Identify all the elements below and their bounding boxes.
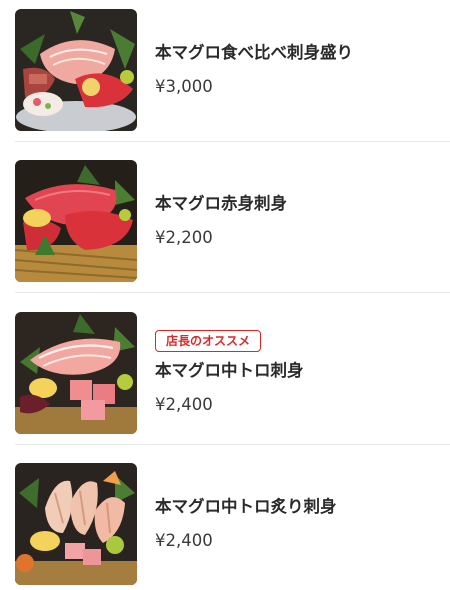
recommend-badge: 店長のオススメ — [155, 330, 262, 352]
item-price: ¥3,000 — [155, 77, 213, 96]
divider — [15, 141, 450, 142]
tuna-assorted-sashimi-image — [15, 9, 137, 131]
item-name: 本マグロ赤身刺身 — [155, 194, 287, 213]
item-name: 本マグロ中トロ炙り刺身 — [155, 497, 337, 516]
menu-list: 本マグロ食べ比べ刺身盛り ¥3,000 本マグロ赤身刺身 ¥2,200 店長のオ… — [0, 0, 450, 590]
item-photo[interactable] — [15, 312, 137, 434]
item-price: ¥2,200 — [155, 228, 213, 247]
item-name: 本マグロ中トロ刺身 — [155, 361, 304, 380]
menu-item[interactable]: 店長のオススメ 本マグロ中トロ刺身 ¥2,400 — [0, 303, 450, 453]
divider — [15, 292, 450, 293]
item-price: ¥2,400 — [155, 395, 213, 414]
item-name: 本マグロ食べ比べ刺身盛り — [155, 43, 353, 62]
item-info: 本マグロ赤身刺身 ¥2,200 — [155, 151, 440, 291]
item-price: ¥2,400 — [155, 531, 213, 550]
item-photo[interactable] — [15, 463, 137, 585]
item-info: 本マグロ中トロ炙り刺身 ¥2,400 — [155, 454, 440, 590]
menu-item[interactable]: 本マグロ赤身刺身 ¥2,200 — [0, 151, 450, 301]
item-info: 本マグロ食べ比べ刺身盛り ¥3,000 — [155, 0, 440, 140]
menu-item[interactable]: 本マグロ中トロ炙り刺身 ¥2,400 — [0, 454, 450, 590]
tuna-chutoro-sashimi-image — [15, 312, 137, 434]
tuna-akami-sashimi-image — [15, 160, 137, 282]
divider — [15, 444, 450, 445]
menu-item[interactable]: 本マグロ食べ比べ刺身盛り ¥3,000 — [0, 0, 450, 150]
tuna-seared-chutoro-sashimi-image — [15, 463, 137, 585]
item-info: 店長のオススメ 本マグロ中トロ刺身 ¥2,400 — [155, 303, 440, 443]
item-photo[interactable] — [15, 160, 137, 282]
item-photo[interactable] — [15, 9, 137, 131]
